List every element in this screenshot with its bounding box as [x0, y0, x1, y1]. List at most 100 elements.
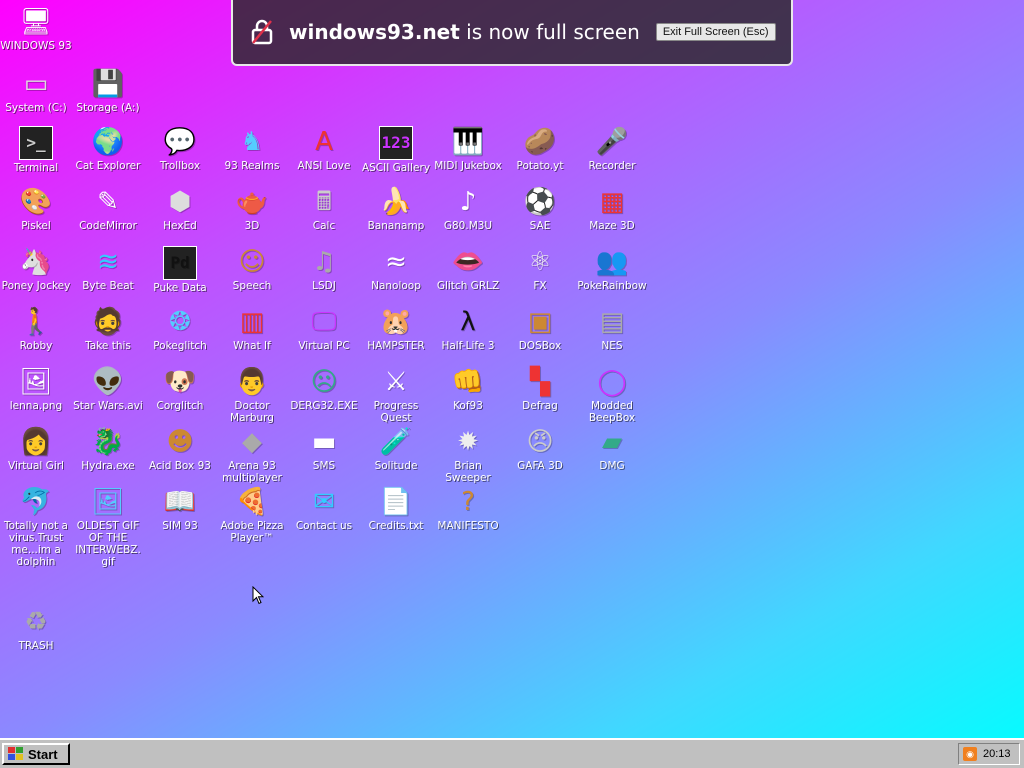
start-button[interactable]: Start	[2, 743, 70, 765]
desktop-icon-playlist-file[interactable]: ♪ G80.M3U	[432, 184, 504, 232]
rss-feed-icon[interactable]: ◉	[963, 747, 977, 761]
desktop-icon-label: System (C:)	[5, 102, 67, 114]
desktop-icon-checkered-ball[interactable]: ⚽ SAE	[504, 184, 576, 232]
fullscreen-notice: windows93.net is now full screen Exit Fu…	[231, 0, 793, 66]
desktop-icon-label: OLDEST GIF OF THE INTERWEBZ.gif	[75, 520, 141, 568]
desktop-icon-label: Arena 93 multiplayer	[222, 460, 282, 484]
cat-globe-icon: 🌍	[91, 127, 125, 157]
desktop-icon-label: CodeMirror	[79, 220, 137, 232]
desktop-icon-virtual-pc[interactable]: 🖵 Virtual PC	[288, 304, 360, 352]
desktop-icon-ansi-pencil[interactable]: A ANSI Love	[288, 124, 360, 172]
bottle-icon: 🧪	[379, 427, 413, 457]
desktop-icon-label: Cat Explorer	[75, 160, 141, 172]
desktop-icon-book[interactable]: 📖 SIM 93	[144, 484, 216, 532]
desktop-icon-label: Byte Beat	[82, 280, 134, 292]
desktop-icon-dosbox[interactable]: ▣ DOSBox	[504, 304, 576, 352]
desktop-icon-console[interactable]: ▬ SMS	[288, 424, 360, 472]
desktop-icon-hydra[interactable]: 🐉 Hydra.exe	[72, 424, 144, 472]
desktop-icon-teapot[interactable]: 🫖 3D	[216, 184, 288, 232]
wave-icon: ≋	[97, 247, 119, 277]
desktop-icon-corgi[interactable]: 🐶 Corglitch	[144, 364, 216, 412]
desktop-icon-green-ring[interactable]: ◯ Modded BeepBox	[576, 364, 648, 424]
desktop-icon-chat-bubble[interactable]: 💬 Trollbox	[144, 124, 216, 172]
desktop-icon-face[interactable]: ☺ Speech	[216, 244, 288, 292]
desktop-icon-label: SIM 93	[162, 520, 198, 532]
start-label: Start	[28, 746, 58, 762]
desktop-icon-smiley[interactable]: ☻ Acid Box 93	[144, 424, 216, 472]
desktop-icon-pd[interactable]: Pd Puke Data	[144, 244, 216, 294]
teapot-icon: 🫖	[235, 187, 269, 217]
desktop-icon-knight[interactable]: ♞ 93 Realms	[216, 124, 288, 172]
desktop-icon-cartridge[interactable]: ▰ DMG	[576, 424, 648, 472]
desktop-icon-exe-face[interactable]: ☹ DERG32.EXE	[288, 364, 360, 412]
desktop-icon-cat-globe[interactable]: 🌍 Cat Explorer	[72, 124, 144, 172]
desktop-icon-label: MANIFESTO	[437, 520, 499, 532]
desktop-icon-label: Calc	[312, 220, 336, 232]
desktop-icon-stick-figure[interactable]: 🚶 Robby	[0, 304, 72, 352]
hydra-icon: 🐉	[91, 427, 125, 457]
desktop-icon-defrag[interactable]: ▚ Defrag	[504, 364, 576, 412]
desktop-icon-label: Storage (A:)	[76, 102, 140, 114]
desktop-icon-hamster[interactable]: 🐹 HAMPSTER	[360, 304, 432, 352]
desktop-icon-question-mark[interactable]: ? MANIFESTO	[432, 484, 504, 532]
defrag-icon: ▚	[530, 367, 550, 397]
desktop-icon-loop[interactable]: ≈ Nanoloop	[360, 244, 432, 292]
desktop-icon-ascii-numbers[interactable]: 123 ASCII Gallery	[360, 124, 432, 174]
cartridge-icon: ▰	[602, 427, 622, 457]
desktop-icon-microphone[interactable]: 🎤 Recorder	[576, 124, 648, 172]
desktop-icon-banana[interactable]: 🍌 Bananamp	[360, 184, 432, 232]
desktop-icon-paint-palette[interactable]: 🎨 Piskel	[0, 184, 72, 232]
desktop-icon-crossed-swords[interactable]: ⚔ Progress Quest	[360, 364, 432, 424]
desktop-icon-wave[interactable]: ≋ Byte Beat	[72, 244, 144, 292]
desktop-icon-grid-monitor[interactable]: ▥ What If	[216, 304, 288, 352]
desktop-icon-doom-face[interactable]: 😠 GAFA 3D	[504, 424, 576, 472]
lambda-icon: λ	[460, 307, 476, 337]
desktop-icon-atom[interactable]: ⚛ FX	[504, 244, 576, 292]
grid-monitor-icon: ▥	[239, 307, 265, 337]
ascii-numbers-icon: 123	[379, 126, 413, 160]
desktop-icon-piano-keys[interactable]: 🎹 MIDI Jukebox	[432, 124, 504, 172]
desktop-icon-hard-drive[interactable]: ▭ System (C:)	[0, 66, 72, 114]
desktop-icon-pixel-man[interactable]: 🧔 Take this	[72, 304, 144, 352]
exit-fullscreen-button[interactable]: Exit Full Screen (Esc)	[655, 23, 776, 41]
system-tray: ◉ 20:13	[958, 743, 1020, 765]
desktop-icon-pony[interactable]: 🦄 Poney Jockey	[0, 244, 72, 292]
desktop-icon-nes-console[interactable]: ▤ NES	[576, 304, 648, 352]
desktop-icon-gif-file[interactable]: 🖼 OLDEST GIF OF THE INTERWEBZ.gif	[72, 484, 144, 568]
desktop-icon-calculator[interactable]: 🖩 Calc	[288, 184, 360, 232]
desktop-icon-cube[interactable]: ⬢ HexEd	[144, 184, 216, 232]
desktop-icon-characters[interactable]: 👥 PokeRainbow	[576, 244, 648, 292]
desktop-icon-yoda[interactable]: 👽 Star Wars.avi	[72, 364, 144, 412]
desktop-icon-glitch[interactable]: ❂ Pokeglitch	[144, 304, 216, 352]
desktop-icon-mine[interactable]: ✹ Brian Sweeper	[432, 424, 504, 484]
desktop-icon-letter[interactable]: ✉ Contact us	[288, 484, 360, 532]
desktop-icon-maze[interactable]: ▦ Maze 3D	[576, 184, 648, 232]
desktop-icon-computer[interactable]: 🖥 WINDOWS 93	[0, 4, 72, 52]
desktop-icon-pizza[interactable]: 🍕 Adobe Pizza Player™	[216, 484, 288, 544]
desktop-icon-floppy-drive[interactable]: 💾 Storage (A:)	[72, 66, 144, 114]
desktop-icon-label: Trollbox	[159, 160, 201, 172]
desktop-icon-code-mirror[interactable]: ✎ CodeMirror	[72, 184, 144, 232]
desktop-icon-doctor[interactable]: 👨 Doctor Marburg	[216, 364, 288, 424]
desktop-icon-terminal[interactable]: >_ Terminal	[0, 124, 72, 174]
desktop-icon-bottle[interactable]: 🧪 Solitude	[360, 424, 432, 472]
desktop-icon-label: Acid Box 93	[149, 460, 211, 472]
desktop-icon-lambda[interactable]: λ Half-Life 3	[432, 304, 504, 352]
desktop-icon-girl-face[interactable]: 👩 Virtual Girl	[0, 424, 72, 472]
desktop-icon-label: Glitch GRLZ	[436, 280, 500, 292]
desktop-icon-label: Virtual Girl	[8, 460, 64, 472]
pizza-icon: 🍕	[235, 487, 269, 517]
desktop-icon-arena-cube[interactable]: ◆ Arena 93 multiplayer	[216, 424, 288, 484]
desktop-icon-dolphin[interactable]: 🐬 Totally not a virus.Trust me...im a dol…	[0, 484, 72, 568]
desktop-icon-image-file[interactable]: 🖼 lenna.png	[0, 364, 72, 412]
desktop-icon-fighter[interactable]: 👊 Kof93	[432, 364, 504, 412]
floppy-drive-icon: 💾	[91, 69, 125, 99]
desktop-icon-potato[interactable]: 🥔 Potato.yt	[504, 124, 576, 172]
desktop-icon-label: ASCII Gallery	[361, 162, 431, 174]
desktop-icon-text-file[interactable]: 📄 Credits.txt	[360, 484, 432, 532]
crossed-swords-icon: ⚔	[384, 367, 408, 397]
desktop-icon-recycle-bin[interactable]: ♻ TRASH	[0, 604, 72, 652]
desktop-icon-lips[interactable]: 👄 Glitch GRLZ	[432, 244, 504, 292]
desktop-icon-label: 93 Realms	[224, 160, 280, 172]
desktop-icon-lsdj[interactable]: ♫ LSDJ	[288, 244, 360, 292]
